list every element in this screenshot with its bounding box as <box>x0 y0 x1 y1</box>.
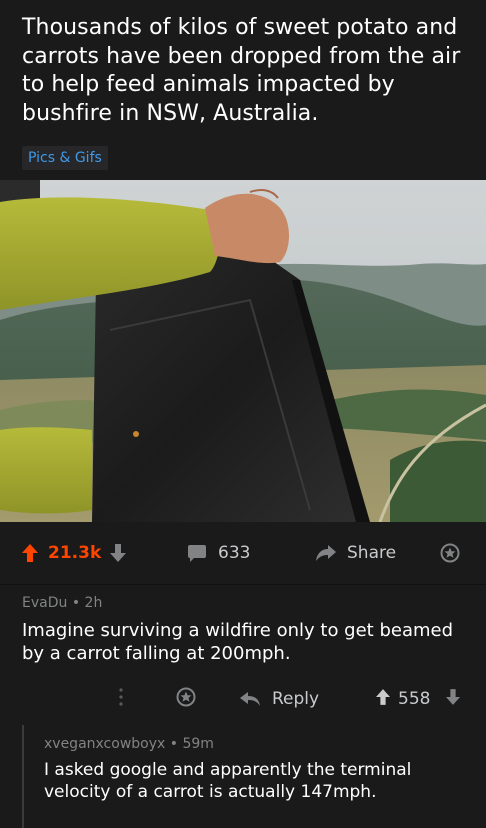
comment-action-bar: Reply 558 <box>0 677 486 721</box>
comment-upvote-button[interactable] <box>376 689 390 709</box>
share-arrow-icon <box>316 545 336 561</box>
comment-thread: EvaDu • 2h Imagine surviving a wildfire … <box>0 585 486 828</box>
comment-author[interactable]: EvaDu <box>22 595 67 611</box>
reply-arrow-icon <box>240 692 260 706</box>
comment-age: 2h <box>84 595 103 611</box>
more-options-icon[interactable] <box>118 687 124 707</box>
downvote-arrow-icon <box>110 544 126 562</box>
comment-bubble-icon <box>188 544 206 562</box>
post-title[interactable]: Thousands of kilos of sweet potato and c… <box>22 14 472 128</box>
upvote-arrow-icon <box>22 544 38 562</box>
reply-meta: xveganxcowboyx • 59m <box>44 736 214 752</box>
reply-age: 59m <box>182 736 214 752</box>
award-star-icon <box>176 687 196 707</box>
post-action-bar: 21.3k 633 Share <box>0 522 486 584</box>
reply-label: Reply <box>272 689 320 709</box>
upvote-arrow-icon <box>376 689 390 705</box>
reply-body: I asked google and apparently the termin… <box>44 760 412 802</box>
comment-body: Imagine surviving a wildfire only to get… <box>22 620 454 664</box>
comment-score: 558 <box>398 689 431 709</box>
downvote-button[interactable] <box>110 522 126 584</box>
upvote-button[interactable] <box>22 522 38 584</box>
comment-count: 633 <box>218 543 251 563</box>
post-image[interactable] <box>0 180 486 522</box>
award-star-icon <box>440 543 460 563</box>
reply-author[interactable]: xveganxcowboyx <box>44 736 165 752</box>
share-button[interactable]: Share <box>316 522 396 584</box>
comment-downvote-button[interactable] <box>446 689 460 709</box>
award-button[interactable] <box>440 522 460 584</box>
post-flair[interactable]: Pics & Gifs <box>22 146 108 170</box>
comment-award-button[interactable] <box>176 687 196 711</box>
post-score: 21.3k <box>48 543 102 563</box>
helicopter-photo <box>0 180 486 522</box>
post-header: Thousands of kilos of sweet potato and c… <box>0 0 486 180</box>
share-label: Share <box>347 543 397 563</box>
reply-button[interactable]: Reply <box>240 677 319 721</box>
thread-indent-line[interactable] <box>22 725 24 828</box>
comment-meta: EvaDu • 2h <box>22 595 103 611</box>
comments-button[interactable]: 633 <box>188 522 250 584</box>
downvote-arrow-icon <box>446 689 460 705</box>
